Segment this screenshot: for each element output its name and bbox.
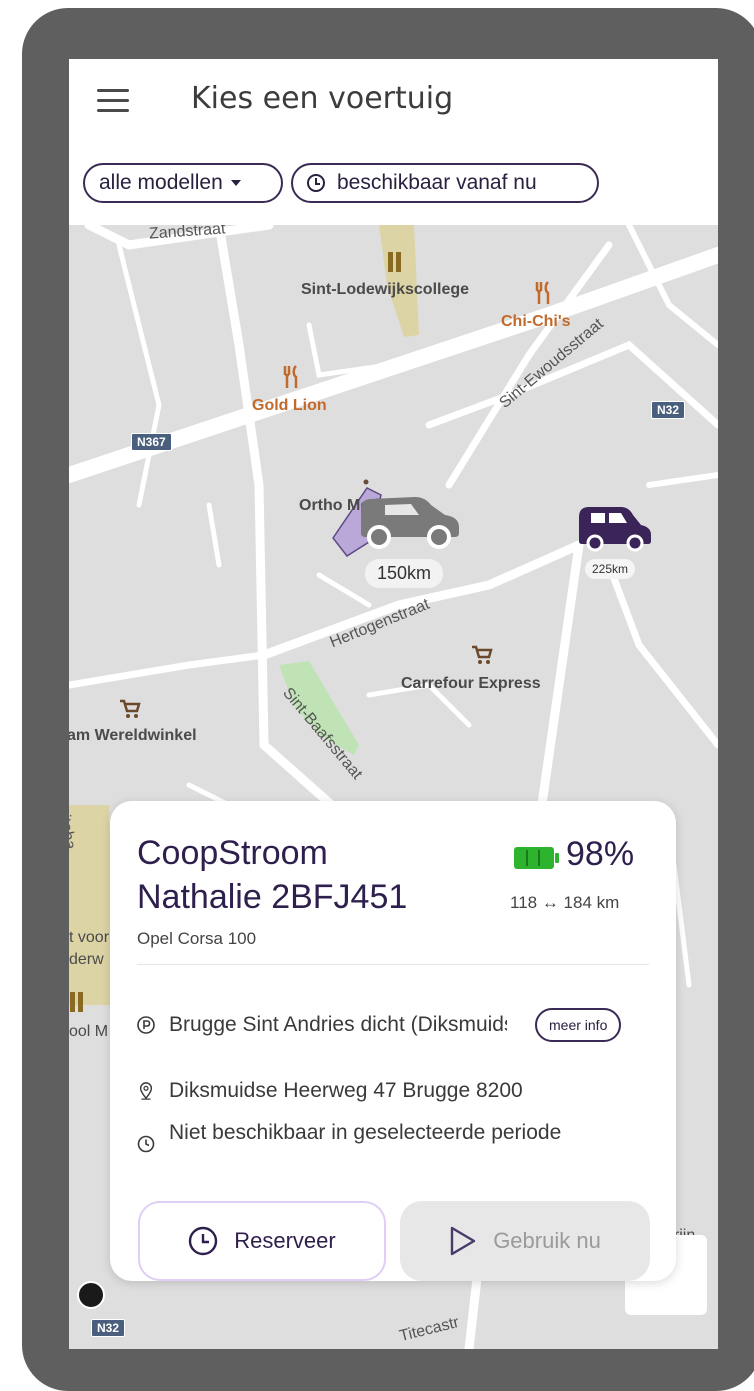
car-icon xyxy=(361,497,459,549)
parking-icon xyxy=(137,1016,155,1034)
models-filter-label: alle modellen xyxy=(99,171,223,194)
school-icon xyxy=(388,252,401,272)
availability-filter-chip[interactable]: beschikbaar vanaf nu xyxy=(291,163,599,203)
road-badge-n32: N32 xyxy=(651,401,686,419)
app-screen: Kies een voertuig alle modellen beschikb… xyxy=(69,59,718,1349)
car-marker-purple[interactable] xyxy=(577,503,653,560)
poi-label-chi-chis: Chi-Chi's xyxy=(501,313,571,330)
battery-percentage: 98% xyxy=(566,835,635,873)
vehicle-name-line1: CoopStroom xyxy=(137,834,328,872)
edge-text-2: derw xyxy=(69,951,104,968)
use-now-button[interactable]: Gebruik nu xyxy=(400,1201,650,1281)
shopping-cart-icon xyxy=(472,645,493,664)
battery-icon xyxy=(514,847,559,869)
car-range-label: 150km xyxy=(365,559,444,588)
edge-text-1: t voor xyxy=(69,929,110,946)
clock-icon xyxy=(189,1226,218,1256)
car-icon xyxy=(579,507,651,552)
availability-filter-label: beschikbaar vanaf nu xyxy=(337,171,537,194)
shopping-cart-icon xyxy=(120,699,141,718)
hamburger-menu-icon[interactable] xyxy=(97,87,131,115)
vehicle-name-line2: Nathalie 2BFJ451 xyxy=(137,878,408,916)
models-filter-chip[interactable]: alle modellen xyxy=(83,163,283,203)
address-row: Diksmuidse Heerweg 47 Brugge 8200 xyxy=(137,1079,523,1103)
restaurant-icon xyxy=(283,365,298,388)
car-marker-grey[interactable] xyxy=(357,487,463,558)
poi-label-carrefour-express: Carrefour Express xyxy=(401,675,541,692)
clock-icon xyxy=(137,1135,155,1153)
clock-icon xyxy=(307,174,325,192)
vehicle-name: CoopStroom Nathalie 2BFJ451 xyxy=(137,831,467,919)
app-bar: Kies een voertuig alle modellen beschikb… xyxy=(69,59,718,225)
use-now-button-label: Gebruik nu xyxy=(493,1228,601,1253)
road-badge-n367: N367 xyxy=(131,433,172,451)
vehicle-info-card[interactable]: CoopStroom Nathalie 2BFJ451 Opel Corsa 1… xyxy=(110,801,676,1281)
reserve-button[interactable]: Reserveer xyxy=(138,1201,386,1281)
location-pin-icon xyxy=(139,1082,153,1100)
play-icon xyxy=(450,1226,476,1256)
car-range-label: 225km xyxy=(585,559,636,579)
edge-text-3: ool M xyxy=(69,1023,109,1040)
page-title: Kies een voertuig xyxy=(191,81,454,116)
vehicle-model: Opel Corsa 100 xyxy=(137,929,257,948)
availability-row: Niet beschikbaar in geselecteerde period… xyxy=(137,1119,577,1153)
school-icon xyxy=(70,992,83,1012)
card-divider xyxy=(137,964,649,965)
reserve-button-label: Reserveer xyxy=(234,1228,336,1253)
poi-label-sint-lodewijkscollege: Sint-Lodewijkscollege xyxy=(301,281,470,298)
poi-label-gold-lion: Gold Lion xyxy=(252,397,327,414)
vehicle-range: 118 ↔ 184 km xyxy=(510,893,620,912)
more-info-button[interactable]: meer info xyxy=(535,1008,622,1042)
poi-label-wereldwinkel: am Wereldwinkel xyxy=(69,727,197,744)
parking-row: Brugge Sint Andries dicht (Diksmuidse xyxy=(137,1013,507,1037)
caret-down-icon xyxy=(230,180,241,186)
parking-name: Brugge Sint Andries dicht (Diksmuidse xyxy=(169,1013,507,1036)
mapbox-logo-icon xyxy=(77,1281,105,1309)
availability-status: Niet beschikbaar in geselecteerde period… xyxy=(169,1121,562,1144)
restaurant-icon xyxy=(535,281,550,304)
vehicle-address: Diksmuidse Heerweg 47 Brugge 8200 xyxy=(169,1079,523,1102)
road-badge-n32-bottom: N32 xyxy=(91,1319,126,1337)
